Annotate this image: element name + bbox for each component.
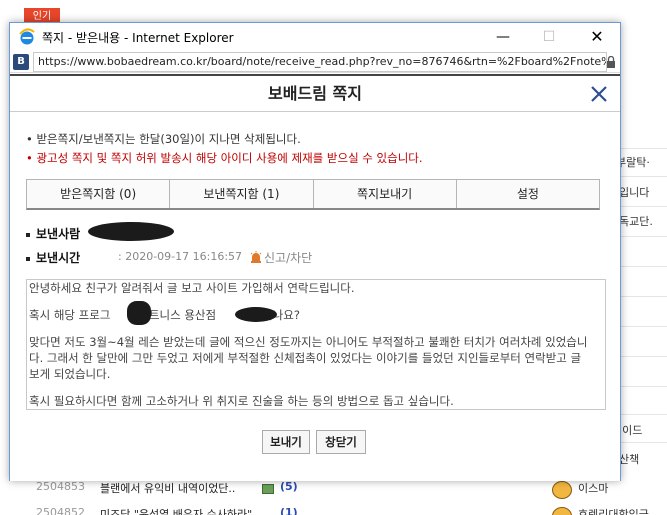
window-titlebar[interactable]: 쪽지 - 받은내용 - Internet Explorer — ☐ ✕	[10, 23, 620, 51]
message-paragraph: 혹시 필요하시다면 함께 고소하거나 위 취지로 진술을 하는 등의 방법으로 …	[29, 394, 454, 408]
message-paragraph: 맞다면 저도 3월~4월 레슨 받았는데 글에 적으신 정도까지는 아니어도 부…	[29, 335, 588, 381]
post-author[interactable]: 호렌리대학입금	[578, 506, 649, 515]
time-row: 보낸시간 : 2020-09-17 16:16:57 신고/차단	[26, 249, 312, 266]
note-tabs: 받은쪽지함 (0) 보낸쪽지함 (1) 쪽지보내기 설정	[26, 179, 600, 210]
background-right-text[interactable]: l독교단.	[616, 213, 653, 229]
popup-title: 보배드림 쪽지	[268, 84, 362, 103]
send-button[interactable]: 보내기	[262, 430, 310, 454]
post-title[interactable]: 블랜에서 유익비 내역이었단..	[100, 480, 235, 496]
message-text: 혹시 해당 프로그	[29, 308, 111, 322]
post-title[interactable]: 미즈당 "윤석열 배우자 수사하라"	[100, 506, 252, 515]
close-icon[interactable]	[587, 82, 611, 106]
post-row[interactable]: 2504852 미즈당 "윤석열 배우자 수사하라" (1) 호렌리대학입금	[0, 506, 667, 515]
comment-count[interactable]: (5)	[280, 480, 298, 493]
minimize-button[interactable]: —	[480, 23, 526, 51]
redacted-sender	[88, 222, 174, 241]
background-post-list: 2504853 블랜에서 유익비 내역이었단.. (5) 이스마 2504852…	[0, 478, 667, 515]
site-favicon-icon: B	[13, 54, 29, 70]
maximize-button[interactable]: ☐	[526, 23, 572, 51]
report-block-link[interactable]: 신고/차단	[250, 249, 312, 266]
window-title: 쪽지 - 받은내용 - Internet Explorer	[42, 31, 234, 45]
tab-sent[interactable]: 보낸쪽지함 (1)	[170, 180, 314, 208]
address-bar: B https://www.bobaedream.co.kr/board/not…	[10, 51, 620, 73]
sent-time: : 2020-09-17 16:16:57	[118, 250, 243, 263]
message-body[interactable]: 안녕하세요 친구가 알려줘서 글 보고 사이트 가입해서 연락드립니다. 혹시 …	[26, 279, 606, 410]
close-window-button[interactable]: 창닫기	[316, 430, 366, 454]
url-field[interactable]: https://www.bobaedream.co.kr/board/note/…	[33, 52, 607, 72]
image-icon	[262, 484, 274, 494]
comment-count[interactable]: (1)	[280, 506, 298, 515]
bullet-icon	[26, 256, 30, 261]
bullet-icon	[26, 232, 30, 237]
siren-icon	[250, 251, 262, 263]
internet-explorer-icon	[19, 28, 35, 45]
sender-label: 보낸사람	[36, 227, 81, 241]
tab-settings[interactable]: 설정	[457, 180, 599, 208]
message-line: 혹시 해당 프로그 휘트니스 용산점 맞나요?	[29, 301, 595, 325]
background-right-text[interactable]: l입니다	[616, 184, 649, 200]
post-author[interactable]: 이스마	[578, 480, 608, 496]
redacted-text	[235, 307, 277, 322]
tab-received[interactable]: 받은쪽지함 (0)	[27, 180, 171, 208]
popup-buttons: 보내기 창닫기	[10, 430, 620, 454]
user-level-icon	[552, 481, 572, 499]
tab-compose[interactable]: 쪽지보내기	[314, 180, 457, 208]
post-row[interactable]: 2504853 블랜에서 유익비 내역이었단.. (5) 이스마	[0, 480, 667, 502]
redacted-text	[127, 301, 151, 325]
deletion-notice: • 받은쪽지/보낸쪽지는 한달(30일)이 지나면 삭제됩니다.	[26, 132, 301, 146]
popup-header: 보배드림 쪽지	[10, 76, 620, 112]
lock-icon[interactable]	[606, 56, 616, 68]
post-number: 2504853	[36, 480, 85, 493]
window-close-button[interactable]: ✕	[574, 23, 620, 51]
ie-popup-window: 쪽지 - 받은내용 - Internet Explorer — ☐ ✕ B ht…	[9, 22, 621, 481]
post-number: 2504852	[36, 506, 85, 515]
message-line: 안녕하세요 친구가 알려줘서 글 보고 사이트 가입해서 연락드립니다.	[29, 281, 355, 295]
time-label: 보낸시간	[36, 251, 81, 265]
user-level-icon	[552, 507, 572, 515]
note-popup: 보배드림 쪽지 • 받은쪽지/보낸쪽지는 한달(30일)이 지나면 삭제됩니다.…	[10, 74, 620, 481]
warning-notice: • 광고성 쪽지 및 쪽지 허위 발송시 해당 아이디 사용에 제재를 받으실 …	[26, 151, 423, 165]
background-right-text[interactable]: 부랄탁·	[616, 154, 650, 170]
sender-row: 보낸사람	[26, 222, 174, 242]
report-label: 신고/차단	[264, 251, 313, 265]
